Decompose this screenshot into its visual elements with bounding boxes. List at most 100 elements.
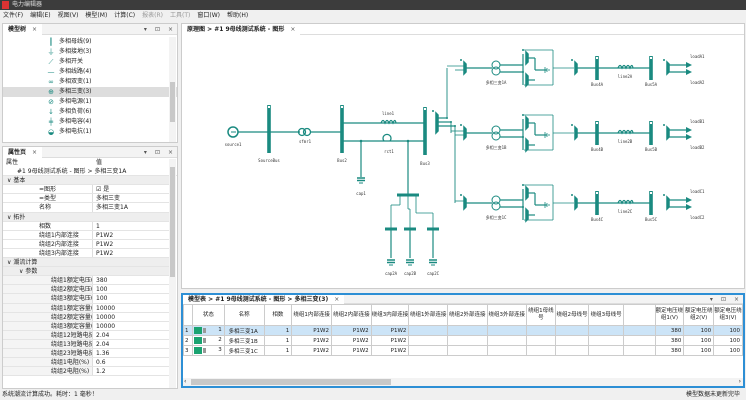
close-icon[interactable]: × [32,147,37,158]
tab-properties[interactable]: 属性页 × [3,146,43,158]
cell-empty[interactable] [446,335,488,346]
tab-model-table[interactable]: 模型表 > #1 9母线测试系统 - 图形 > 多相三变(3) × [183,294,345,304]
table-row[interactable]: 1 1 多相三变1A 1 P1W2 P1W2 P1W2 380 100 100 [183,325,743,336]
cell-empty[interactable] [588,335,624,346]
cell-name[interactable]: 多相三变1C [223,345,265,356]
cell-v2[interactable]: 100 [683,345,715,356]
cell-empty[interactable] [554,325,590,336]
column-header[interactable]: 额定电压绕组2(V) [683,304,715,326]
property-row[interactable]: 绕组2内部连接 P1W2 [3,239,170,249]
column-header[interactable] [622,304,656,326]
property-value[interactable]: ☑ 是 [93,185,109,193]
tab-diagram[interactable]: 原理图 > #1 9母线测试系统 - 图形 × [182,23,301,35]
property-value[interactable]: 多相三变 [93,194,120,202]
property-value[interactable]: 10000 [93,313,115,321]
property-value[interactable]: 10000 [93,304,115,312]
menu-item[interactable]: 工具(T) [170,10,190,21]
property-value[interactable]: 2.04 [93,340,109,348]
column-header[interactable]: 绕组2母线号 [554,304,590,326]
cell-v3[interactable]: 100 [713,345,743,356]
property-row[interactable]: 绕组2电阻(%) 1.2 [3,367,170,377]
menu-item[interactable]: 编辑(E) [30,10,50,21]
close-icon[interactable]: × [32,24,37,35]
property-row[interactable]: 绕组13短路电抗(%)2.04 [3,339,170,349]
cell-empty[interactable] [446,325,488,336]
property-value[interactable]: 多相三变1A [93,203,128,211]
tree-item[interactable]: ⊕ 多相三变(3) [3,87,177,97]
cell-phases[interactable]: 1 [263,335,293,346]
cell-v3[interactable]: 100 [713,325,743,336]
property-row[interactable]: 绕组1电阻(%) 0.6 [3,358,170,368]
column-header[interactable]: 绕组1母线号 [526,304,556,326]
cell-empty[interactable] [408,335,448,346]
cell-empty[interactable] [446,345,488,356]
cell-empty[interactable] [408,345,448,356]
column-header[interactable]: 相数 [263,304,293,326]
property-value[interactable]: 10000 [93,322,115,330]
property-value[interactable]: 100 [93,294,107,302]
cell-empty[interactable] [588,345,624,356]
property-row[interactable]: 绕组3额定容量(VA)10000 [3,321,170,331]
cell-empty[interactable] [588,325,624,336]
cell-empty[interactable] [486,335,528,346]
menu-item[interactable]: 帮助(H) [227,10,248,21]
one-line-diagram[interactable]: source1 SourceBus sfmr1 Bus2 line1 rct1 Bus3 ca… [182,36,744,288]
menu-item[interactable]: 文件(F) [3,10,23,21]
property-row[interactable]: 名称 多相三变1A [3,203,170,213]
cell-empty[interactable] [486,345,528,356]
cell-v1[interactable]: 380 [654,345,685,356]
property-row[interactable]: 绕组12短路电抗(%)2.04 [3,330,170,340]
cell-v1[interactable]: 380 [654,325,685,336]
column-header[interactable]: 额定电压绕组1(V) [654,304,685,326]
property-row[interactable]: 绕组2额定电压(V)100 [3,285,170,295]
property-row[interactable]: 绕组3内部连接 P1W2 [3,248,170,259]
table-hscrollbar[interactable]: ‹ › [183,378,743,386]
property-row[interactable]: 绕组1内部连接 P1W2 [3,230,170,240]
property-value[interactable]: 100 [93,285,107,293]
cell-empty[interactable] [622,335,656,346]
property-row[interactable]: =图形 ☑ 是 [3,185,170,195]
property-value[interactable]: 380 [93,276,107,284]
property-value[interactable]: P1W2 [93,231,113,239]
property-value[interactable]: P1W2 [93,240,113,248]
tree-item[interactable]: ⟋ 多相开关 [3,57,177,67]
column-header[interactable]: 状态 [191,304,225,326]
menu-item[interactable]: 报表(R) [142,10,163,21]
cell-w2[interactable]: P1W2 [330,335,372,346]
cell-empty[interactable] [526,325,556,336]
cell-w2[interactable]: P1W2 [330,345,372,356]
table-row[interactable]: 2 2 多相三变1B 1 P1W2 P1W2 P1W2 380 100 100 [183,335,743,346]
column-header[interactable]: 绕组2内部连接 [330,304,372,326]
close-icon[interactable]: × [734,295,739,304]
cell-v2[interactable]: 100 [683,335,715,346]
column-header[interactable]: 额定电压绕组3(V) [713,304,743,326]
cell-w1[interactable]: P1W2 [291,345,332,356]
close-icon[interactable]: × [168,147,173,158]
close-icon[interactable]: × [168,24,173,35]
column-header[interactable]: 绕组3母线号 [588,304,624,326]
tab-model-tree[interactable]: 模型树 × [3,23,43,35]
cell-v3[interactable]: 100 [713,335,743,346]
properties-scrollbar[interactable] [169,159,176,388]
property-group[interactable]: ∨ 拓扑 [3,212,170,222]
pin-icon[interactable]: ⊡ [155,147,160,158]
cell-empty[interactable] [486,325,528,336]
tree-item[interactable]: — 多相线路(4) [3,67,177,77]
property-group[interactable]: ∨ 潮流计算 [3,258,170,268]
tree-item[interactable]: ↓ 多相负荷(6) [3,107,177,117]
cell-empty[interactable] [622,325,656,336]
cell-empty[interactable] [526,345,556,356]
property-value[interactable]: 1 [93,222,100,230]
property-value[interactable]: 0.6 [93,358,106,366]
cell-w3[interactable]: P1W2 [370,335,410,346]
close-icon[interactable]: × [334,295,339,304]
cell-empty[interactable] [408,325,448,336]
tree-item[interactable]: ◒ 多相电抗(1) [3,127,177,137]
cell-empty[interactable] [554,335,590,346]
tree-item[interactable]: ╪ 多相电容(4) [3,117,177,127]
menu-item[interactable]: 模型(M) [85,10,107,21]
menu-item[interactable]: 视图(V) [58,10,79,21]
property-row[interactable]: 相数 1 [3,221,170,231]
cell-empty[interactable] [526,335,556,346]
tree-item[interactable]: ⏚ 多相接地(3) [3,47,177,57]
